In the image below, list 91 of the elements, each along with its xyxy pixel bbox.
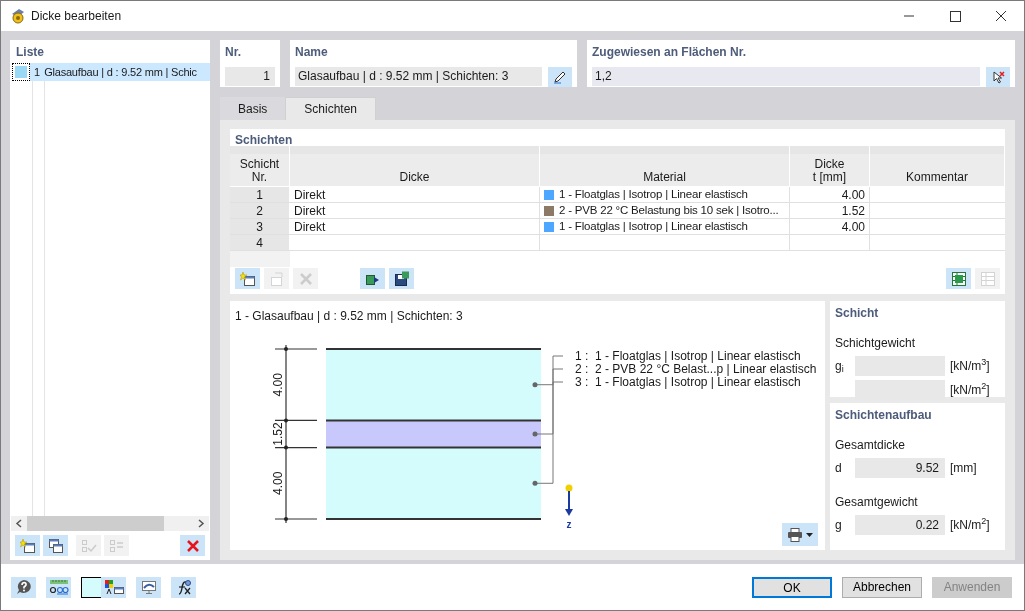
- copy-row-icon: [268, 270, 285, 287]
- panel-title: Liste: [15, 44, 45, 61]
- scroll-thumb[interactable]: [27, 516, 164, 531]
- panel-title: Schichten: [234, 132, 294, 146]
- tool-button[interactable]: [360, 268, 385, 289]
- print-button[interactable]: [782, 523, 818, 546]
- table-cell: 1.52: [790, 203, 870, 218]
- tool-button[interactable]: [46, 576, 71, 598]
- tool-button[interactable]: [15, 535, 40, 556]
- cursor-icon: [991, 70, 1005, 84]
- delete-icon: [184, 537, 201, 554]
- tool-button[interactable]: [43, 535, 68, 556]
- name-field[interactable]: Glasaufbau | d : 9.52 mm | Schichten: 3: [295, 67, 542, 86]
- column-header: Schicht Nr.: [230, 154, 290, 187]
- dialog-button[interactable]: Abbrechen: [842, 576, 922, 598]
- dialog-button[interactable]: OK: [752, 576, 832, 598]
- panel-title: Schicht: [835, 305, 880, 322]
- group-label: Schichtgewicht: [835, 335, 917, 352]
- field-label: Zugewiesen an Flächen Nr.: [592, 44, 748, 61]
- printer-icon: [787, 527, 803, 542]
- unit-label: [kN/m$^{2}$]: [950, 515, 990, 534]
- tool-button[interactable]: [389, 268, 414, 289]
- thickness-label: 4.00: [271, 471, 285, 495]
- new-window-icon: [19, 537, 36, 554]
- color-swatch-button[interactable]: [81, 576, 102, 598]
- pick-button[interactable]: [986, 67, 1010, 87]
- unit-label: [kN/m$^{2}$]: [950, 380, 990, 399]
- tab[interactable]: Schichten: [285, 97, 377, 120]
- column-header: Dicke t [mm]: [790, 154, 870, 187]
- column-header: Kommentar: [870, 154, 1005, 187]
- group-label: Gesamtgewicht: [835, 494, 919, 511]
- value-field[interactable]: 0.22: [855, 514, 945, 535]
- spreadsheet-icon: [950, 270, 967, 287]
- dropdown-caret-icon: [806, 532, 813, 537]
- unit-label: [kN/m$^{3}$]: [950, 356, 990, 375]
- table-cell: 4.00: [790, 187, 870, 202]
- app-icon: [10, 8, 26, 24]
- window-title: Dicke bearbeiten: [31, 8, 122, 25]
- thickness-label: 4.00: [271, 373, 285, 397]
- cross-icon: [297, 270, 314, 287]
- tab[interactable]: Basis: [220, 97, 286, 120]
- value-field[interactable]: 9.52: [855, 457, 945, 478]
- tool-button[interactable]: [171, 576, 196, 598]
- legend-label: 3 : 1 - Floatglas | Isotrop | Linear elastisch: [575, 375, 801, 389]
- tool-button[interactable]: [101, 576, 126, 598]
- monitor-icon: [140, 579, 157, 595]
- table-cell: 1 - Floatglas | Isotrop | Linear elastisch: [559, 187, 748, 202]
- number-field[interactable]: 1: [225, 67, 275, 86]
- ruler-numbers-icon: [48, 579, 69, 595]
- tool-button[interactable]: [235, 268, 260, 289]
- column-header: Dicke: [290, 154, 540, 187]
- row-number: 1: [230, 187, 290, 202]
- item-label: Glasaufbau | d : 9.52 mm | Schic: [44, 64, 197, 80]
- table-cell: Direkt: [290, 203, 540, 218]
- spreadsheet-icon: [979, 270, 996, 287]
- row-number: 2: [230, 203, 290, 218]
- panel-title: Schichtenaufbau: [835, 407, 933, 424]
- surfaces-field[interactable]: 1,2: [592, 67, 980, 86]
- field-label: Name: [295, 44, 329, 61]
- checkboxes-swap-icon: [108, 537, 125, 554]
- row-number: 3: [230, 219, 290, 234]
- thickness-label: 1.52: [271, 422, 285, 446]
- scrollbar[interactable]: [11, 516, 209, 531]
- table-cell: Direkt: [290, 219, 540, 234]
- copy-windows-icon: [47, 537, 64, 554]
- field-label: Nr.: [225, 44, 242, 61]
- help-icon: [15, 579, 32, 595]
- symbol-label: g$_{i}$: [835, 357, 845, 375]
- unit-label: [mm]: [950, 459, 977, 477]
- row-number: 4: [230, 235, 290, 250]
- item-number: 1: [34, 64, 41, 80]
- pencil-icon: [553, 70, 567, 84]
- diagram-title: 1 - Glasaufbau | d : 9.52 mm | Schichten: 3: [235, 308, 463, 325]
- table-cell: Direkt: [290, 187, 540, 202]
- edit-button[interactable]: [548, 67, 572, 87]
- group-label: Gesamtdicke: [835, 437, 907, 454]
- row-header-filler: [230, 251, 290, 267]
- z-axis-arrow: [565, 484, 573, 516]
- symbol-label: g: [835, 516, 843, 534]
- symbol-label: d: [835, 459, 843, 477]
- legend-label: 2 : 2 - PVB 22 °C Belast...p | Linear elastisch: [575, 362, 817, 376]
- table-cell: 2 - PVB 22 °C Belastung bis 10 sek | Isotro...: [559, 203, 779, 218]
- new-row-icon: [239, 270, 256, 287]
- legend-label: 1 : 1 - Floatglas | Isotrop | Linear elastisch: [575, 349, 801, 363]
- axis-label: z: [566, 519, 572, 529]
- table-cell: 1 - Floatglas | Isotrop | Linear elastisch: [559, 219, 748, 234]
- checkboxes-icon: [80, 537, 97, 554]
- tool-button[interactable]: [11, 576, 36, 598]
- color-legend-icon: [103, 579, 124, 595]
- column-header: Material: [540, 154, 790, 187]
- table-cell: 4.00: [790, 219, 870, 234]
